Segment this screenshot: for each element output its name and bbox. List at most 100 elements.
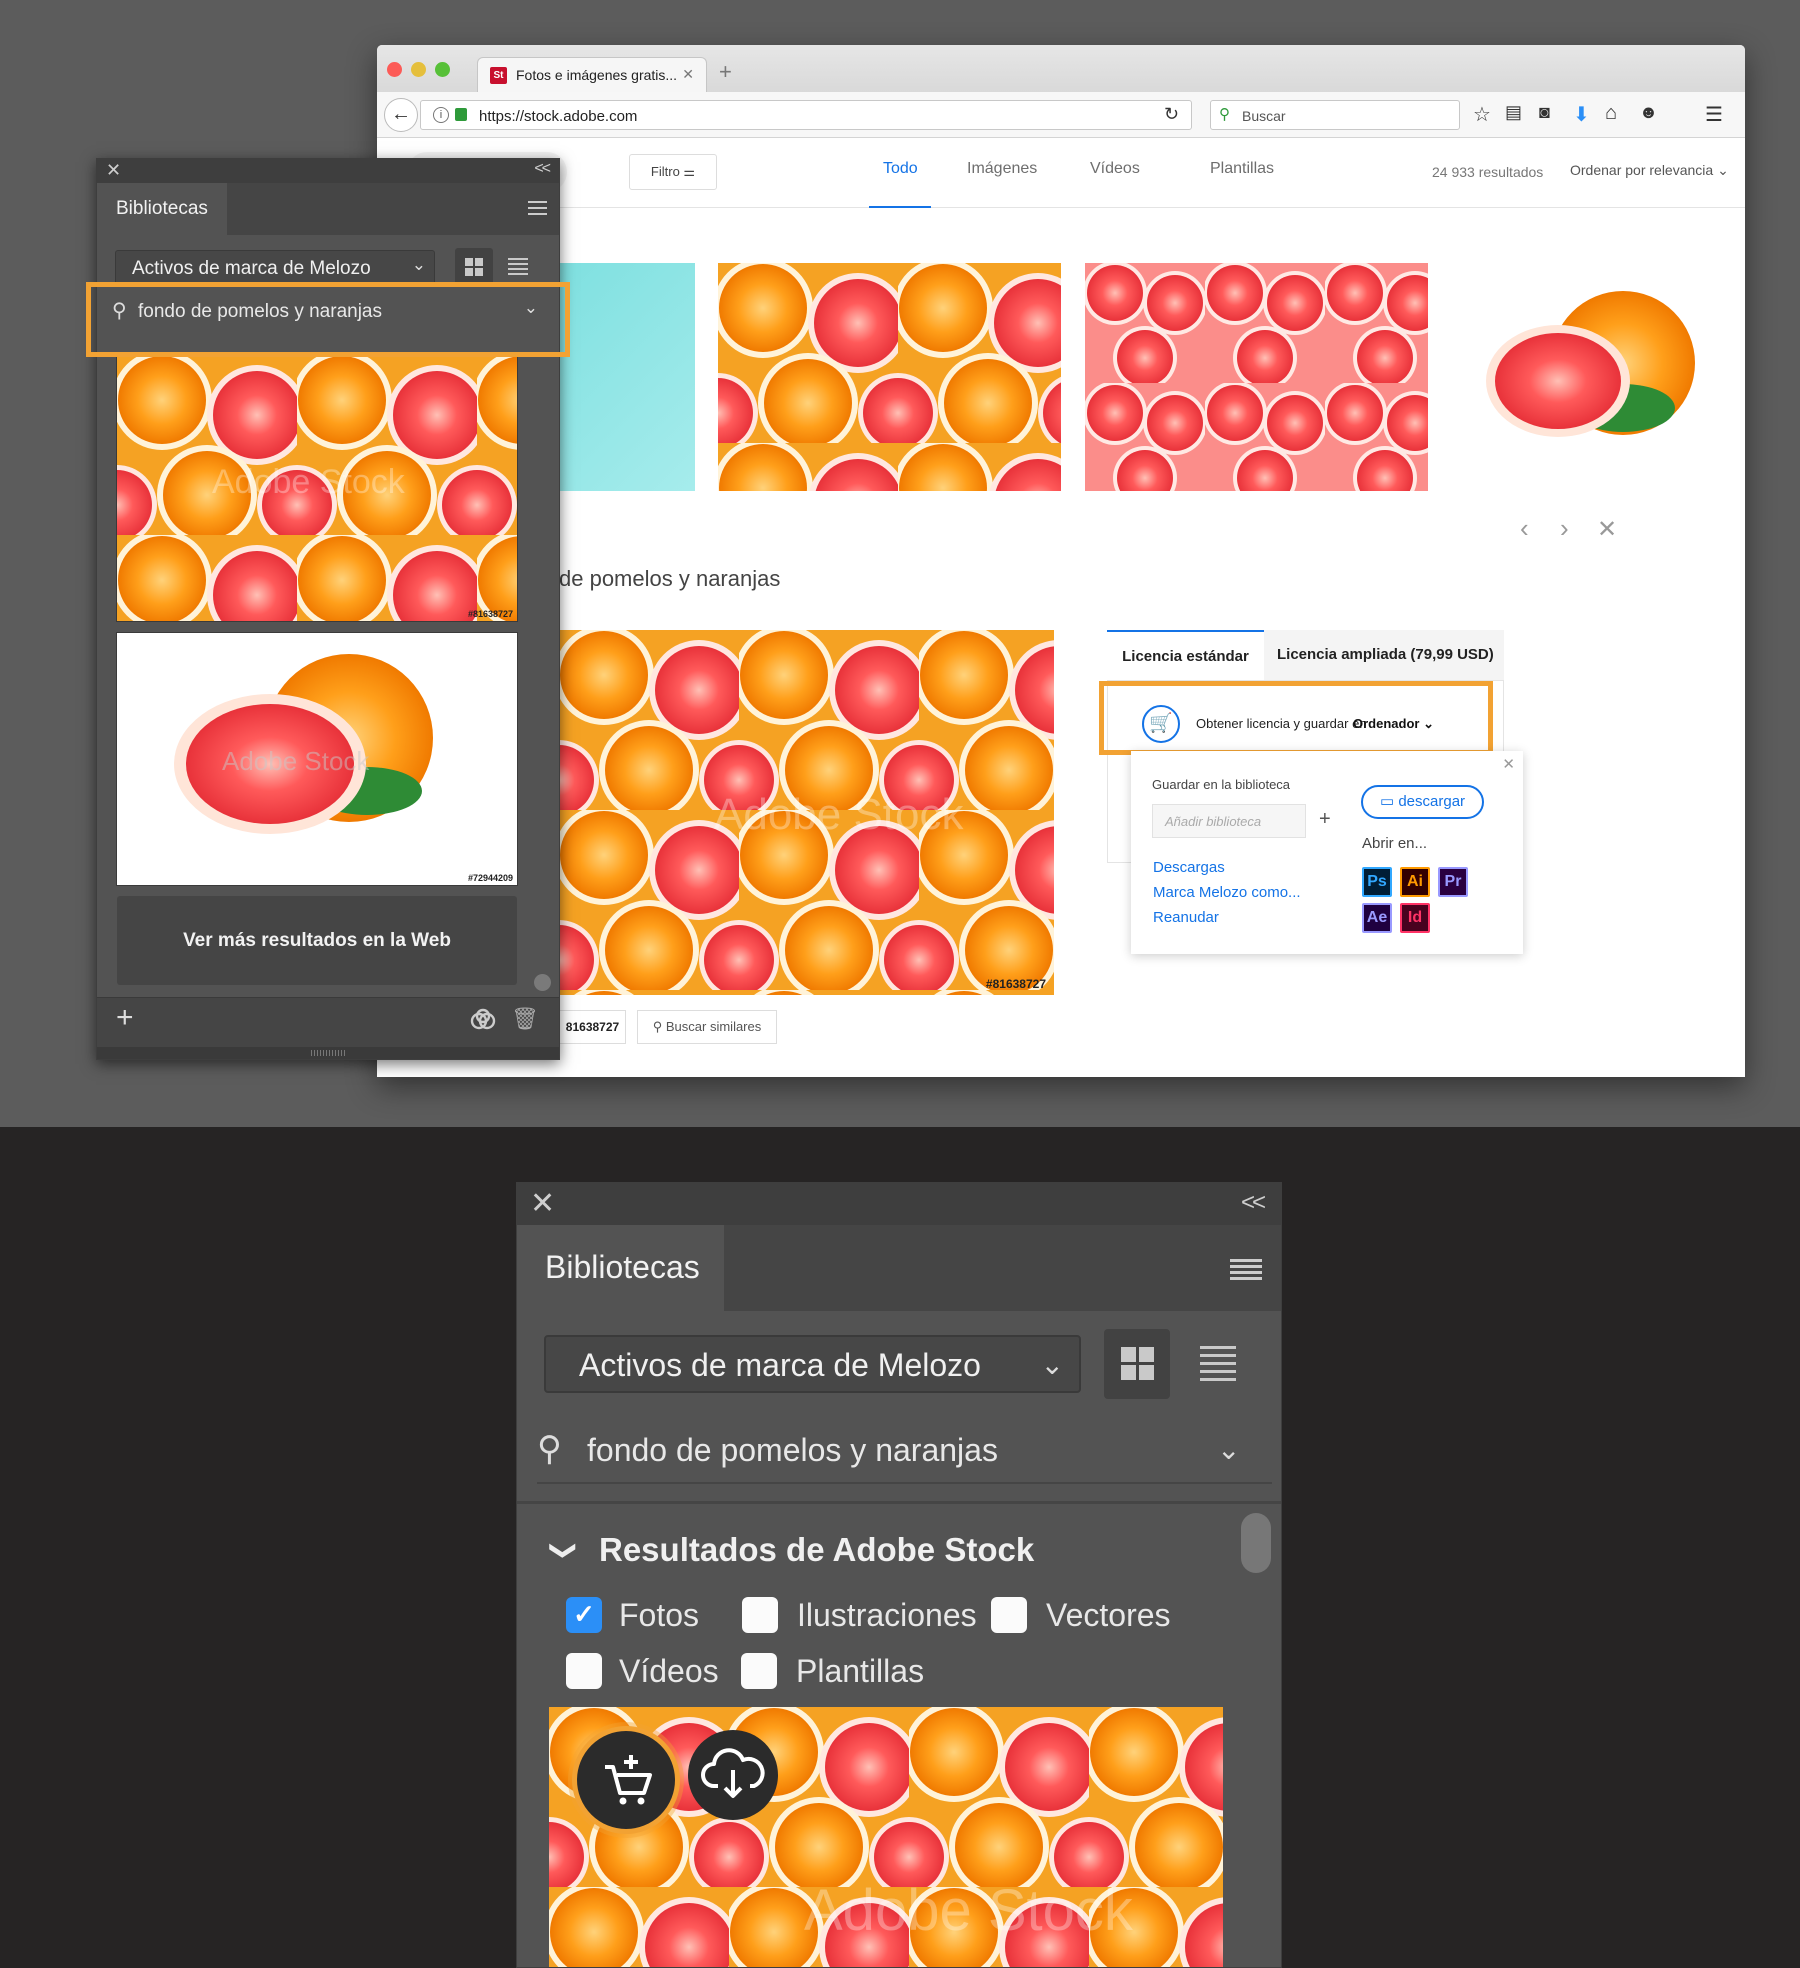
gallery-prev-icon[interactable]: ‹ [1520, 513, 1529, 544]
cloud-download-icon [701, 1748, 765, 1798]
find-similar-button[interactable]: ⚲ Buscar similares [637, 1010, 777, 1044]
list-view-icon[interactable] [1200, 1346, 1236, 1381]
browser-search-input[interactable]: ⚲ Buscar [1210, 100, 1460, 130]
label-plantillas: Plantillas [796, 1653, 925, 1689]
trash-icon[interactable]: 🗑 [511, 1006, 539, 1032]
download-button[interactable]: ▭ descargar [1361, 785, 1484, 819]
link-descargas[interactable]: Descargas [1153, 859, 1225, 876]
lock-icon [455, 108, 467, 121]
stock-site-nav: ⚲ Filtro ⚌ Todo Imágenes Vídeos Plantill… [377, 138, 1745, 208]
link-resume[interactable]: Reanudar [1153, 909, 1219, 926]
photoshop-icon[interactable]: Ps [1362, 867, 1392, 897]
link-save-as[interactable]: Marca Melozo como... [1153, 884, 1301, 901]
checkbox-videos[interactable] [566, 1653, 602, 1689]
panel-menu-icon[interactable] [528, 201, 547, 215]
panel-tab-row: Bibliotecas [517, 1225, 1281, 1311]
chevron-down-icon[interactable]: ❯ [548, 1540, 579, 1562]
creative-cloud-icon[interactable] [469, 1006, 497, 1034]
license-and-save-button[interactable] [572, 1726, 680, 1834]
tab-standard-license[interactable]: Licencia estándar [1107, 630, 1264, 680]
chat-icon[interactable]: ☻ [1639, 102, 1658, 123]
nav-plantillas[interactable]: Plantillas [1210, 160, 1274, 178]
stock-result-image[interactable]: Adobe Stock #72944209 [116, 632, 518, 886]
download-icon[interactable]: ⬇ [1573, 102, 1590, 127]
license-tabs: Licencia estándar Licencia ampliada (79,… [1107, 630, 1504, 680]
reload-icon[interactable]: ↻ [1164, 104, 1179, 125]
detail-image: Adobe Stock #81638727 [559, 630, 1054, 995]
chevron-down-icon[interactable]: ⌄ [1217, 1433, 1240, 1466]
new-tab-icon[interactable]: + [719, 59, 732, 85]
library-input[interactable]: Añadir biblioteca [1152, 804, 1306, 838]
home-icon[interactable]: ⌂ [1605, 102, 1617, 125]
library-selector[interactable]: Activos de marca de Melozo ⌄ [115, 250, 435, 285]
save-popup: ✕ Guardar en la biblioteca Añadir biblio… [1131, 751, 1523, 954]
info-icon[interactable]: i [433, 107, 449, 123]
pocket-icon[interactable]: ◙ [1539, 102, 1550, 123]
reading-list-icon[interactable]: ▤ [1505, 102, 1522, 123]
chevron-down-icon: ⌄ [1717, 162, 1729, 178]
tab-bibliotecas[interactable]: Bibliotecas [97, 183, 227, 235]
filter-button[interactable]: Filtro ⚌ [629, 154, 717, 190]
minimize-window-button[interactable] [411, 62, 426, 77]
scrollbar-thumb[interactable] [1241, 1513, 1271, 1573]
after-effects-icon[interactable]: Ae [1362, 903, 1392, 933]
stock-result-image[interactable]: Adobe Stock #81638727 [116, 354, 518, 622]
add-element-icon[interactable]: + [116, 1001, 134, 1035]
close-window-button[interactable] [387, 62, 402, 77]
checkbox-ilustraciones[interactable] [742, 1597, 778, 1633]
nav-todo[interactable]: Todo [883, 160, 918, 178]
panel-header: ✕ << [97, 159, 559, 183]
save-to-cloud-button[interactable] [688, 1730, 778, 1820]
see-more-results-button[interactable]: Ver más resultados en la Web [117, 896, 517, 985]
image-id-tag: #81638727 [467, 609, 513, 619]
close-tab-icon[interactable]: ✕ [682, 66, 694, 83]
close-icon[interactable]: ✕ [1502, 755, 1515, 773]
sort-dropdown[interactable]: Ordenar por relevancia ⌄ [1570, 162, 1729, 179]
monitor-icon: ▭ [1379, 793, 1395, 810]
collapse-icon[interactable]: << [1241, 1189, 1266, 1217]
resize-grip-icon[interactable] [311, 1050, 347, 1056]
chevron-down-icon: ⌄ [411, 255, 426, 274]
thumb-turquoise[interactable] [558, 263, 695, 491]
tab-bibliotecas[interactable]: Bibliotecas [517, 1225, 724, 1311]
tab-extended-license[interactable]: Licencia ampliada (79,99 USD) [1277, 630, 1494, 680]
active-nav-indicator [869, 206, 931, 208]
thumb-citrus-mix[interactable] [718, 263, 1061, 491]
premiere-icon[interactable]: Pr [1438, 867, 1468, 897]
address-bar[interactable]: i https://stock.adobe.com [420, 100, 1192, 130]
thumb-grapefruit-slices[interactable] [1085, 263, 1428, 491]
close-icon[interactable]: ✕ [530, 1186, 555, 1221]
add-library-icon[interactable]: + [1319, 808, 1331, 831]
grid-view-icon[interactable] [455, 248, 493, 286]
browser-tab[interactable]: St Fotos e imágenes gratis... ✕ [477, 57, 707, 92]
thumb-grapefruit-half[interactable] [1455, 263, 1730, 491]
grid-view-icon[interactable] [1104, 1329, 1170, 1399]
collapse-icon[interactable]: << [534, 160, 551, 178]
gallery-next-icon[interactable]: › [1560, 513, 1569, 544]
star-icon[interactable]: ☆ [1473, 102, 1491, 127]
hamburger-menu-icon[interactable]: ☰ [1705, 102, 1723, 127]
search-engine-icon: ⚲ [1219, 106, 1230, 123]
illustrator-icon[interactable]: Ai [1400, 867, 1430, 897]
library-selector[interactable]: Activos de marca de Melozo ⌄ [544, 1335, 1081, 1393]
panel-footer: + 🗑 [97, 997, 559, 1047]
checkbox-vectores[interactable] [991, 1597, 1027, 1633]
panel-menu-icon[interactable] [1230, 1259, 1262, 1281]
gallery-close-icon[interactable]: ✕ [1597, 515, 1617, 544]
adobe-stock-watermark: Adobe Stock [222, 746, 370, 776]
indesign-icon[interactable]: Id [1400, 903, 1430, 933]
nav-imagenes[interactable]: Imágenes [967, 160, 1037, 178]
list-view-icon[interactable] [508, 258, 528, 276]
checkbox-plantillas[interactable] [741, 1653, 777, 1689]
checkbox-fotos[interactable]: ✓ [566, 1597, 602, 1633]
maximize-window-button[interactable] [435, 62, 450, 77]
scrollbar-thumb[interactable] [534, 974, 551, 991]
save-library-label: Guardar en la biblioteca [1152, 777, 1291, 792]
stock-results-heading[interactable]: Resultados de Adobe Stock [599, 1531, 1034, 1569]
nav-videos[interactable]: Vídeos [1090, 160, 1140, 178]
label-videos: Vídeos [619, 1653, 719, 1689]
back-arrow-icon[interactable]: ← [384, 98, 418, 132]
adobe-stock-watermark: Adobe Stock [804, 1878, 1133, 1943]
stock-search-field[interactable]: fondo de pomelos y naranjas [587, 1432, 998, 1469]
close-icon[interactable]: ✕ [106, 160, 121, 181]
